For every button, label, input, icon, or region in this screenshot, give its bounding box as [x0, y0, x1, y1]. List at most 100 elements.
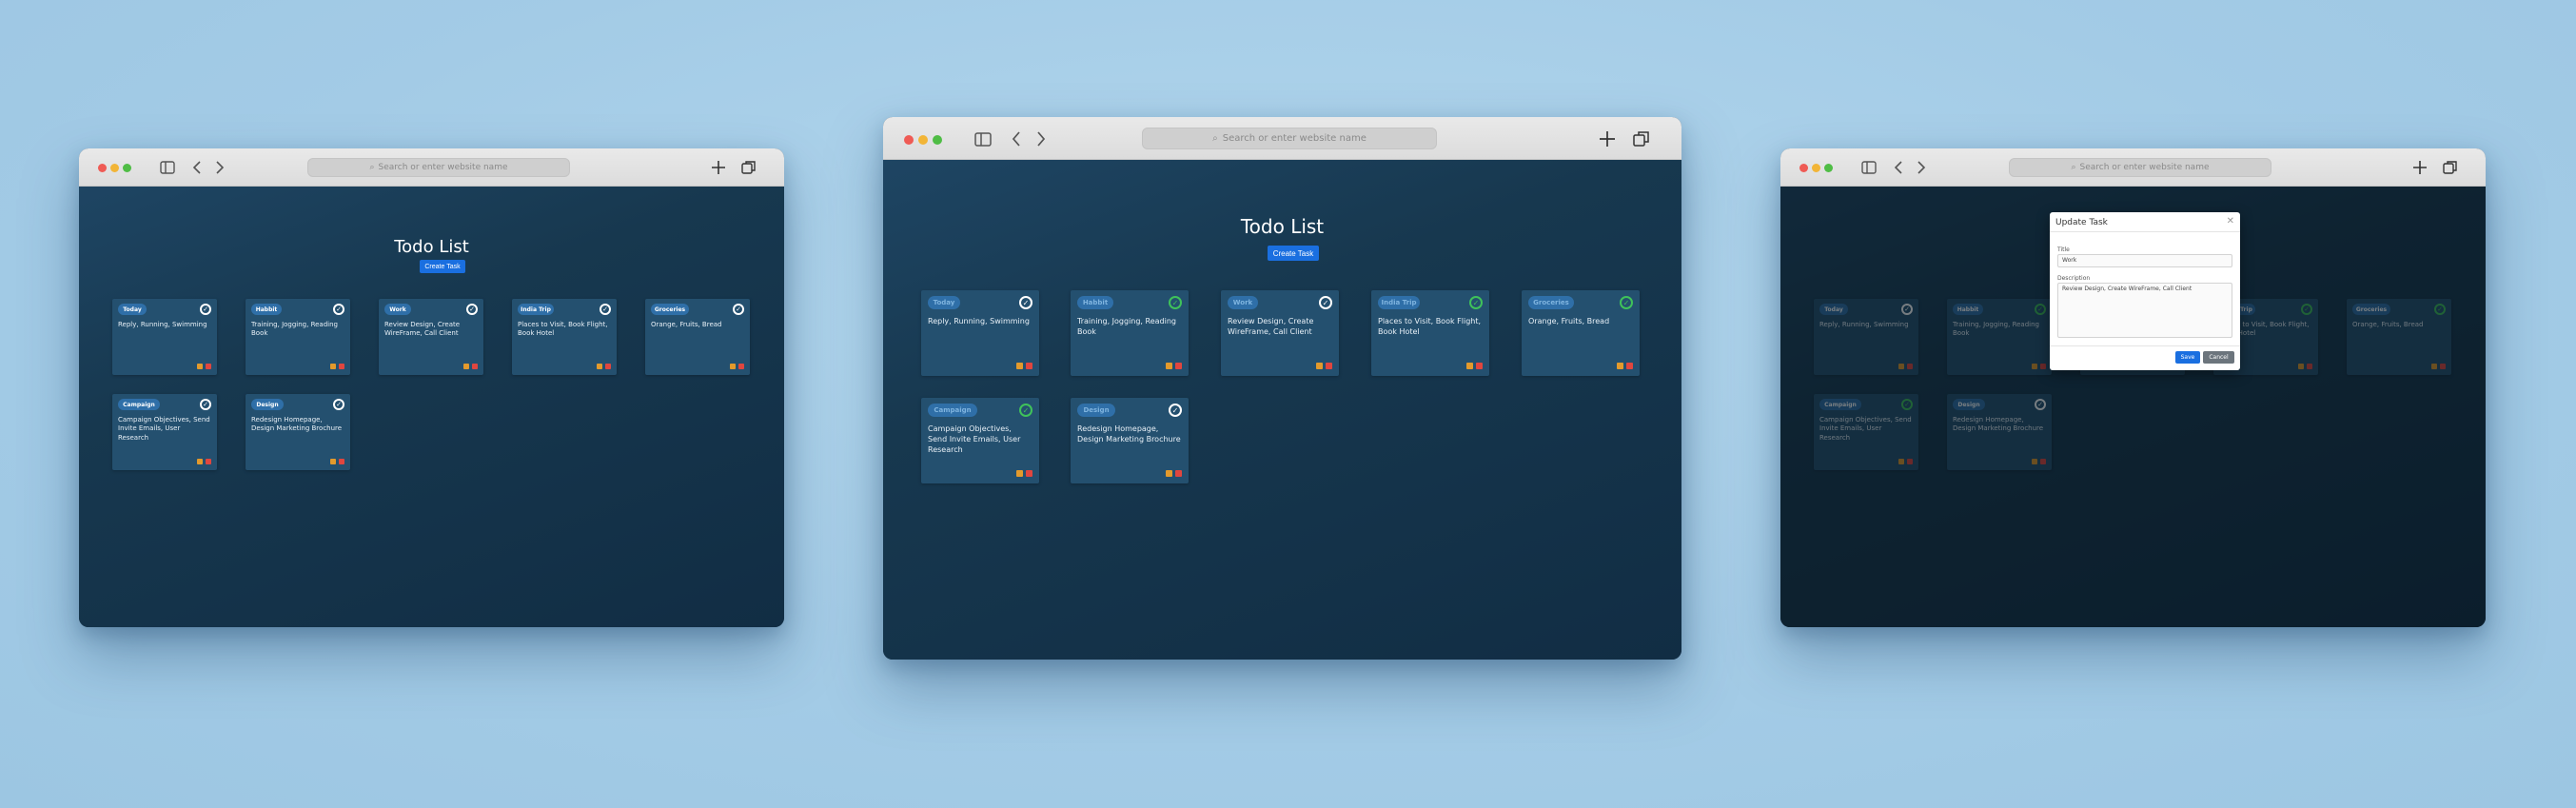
check-circle-icon[interactable]: ✓	[200, 399, 211, 410]
new-tab-icon[interactable]	[710, 159, 727, 176]
delete-icon[interactable]	[1175, 470, 1182, 477]
check-circle-icon[interactable]: ✓	[466, 304, 478, 315]
task-tag: Design	[1077, 404, 1115, 417]
search-icon: ⌕	[369, 163, 375, 172]
create-task-button[interactable]: Create Task	[1268, 246, 1319, 261]
delete-icon[interactable]	[1175, 363, 1182, 369]
edit-icon[interactable]	[330, 459, 336, 464]
forward-icon[interactable]	[1035, 130, 1047, 148]
address-bar[interactable]: ⌕ Search or enter website name	[1142, 128, 1437, 149]
back-icon[interactable]	[1893, 160, 1904, 175]
task-tag: India Trip	[518, 304, 554, 315]
edit-icon[interactable]	[463, 364, 469, 369]
delete-icon[interactable]	[1626, 363, 1633, 369]
page-title: Todo List	[394, 237, 469, 257]
close-window-button[interactable]	[904, 135, 914, 145]
delete-icon[interactable]	[206, 364, 211, 369]
minimize-window-button[interactable]	[1812, 164, 1820, 172]
edit-icon[interactable]	[730, 364, 736, 369]
edit-icon[interactable]	[1166, 470, 1172, 477]
check-circle-icon[interactable]: ✓	[200, 304, 211, 315]
task-description: Training, Jogging, Reading Book	[251, 321, 338, 338]
task-actions	[597, 364, 611, 369]
delete-icon[interactable]	[1026, 470, 1032, 477]
tabs-icon[interactable]	[1632, 129, 1651, 148]
task-tag: India Trip	[1378, 296, 1420, 309]
minimize-window-button[interactable]	[918, 135, 928, 145]
address-bar[interactable]: ⌕ Search or enter website name	[307, 158, 570, 177]
check-circle-icon[interactable]: ✓	[1019, 404, 1032, 417]
delete-icon[interactable]	[1476, 363, 1483, 369]
tabs-icon[interactable]	[740, 159, 757, 176]
task-description: Campaign Objectives, Send Invite Emails,…	[928, 424, 1021, 454]
task-description: Orange, Fruits, Bread	[1528, 317, 1610, 325]
task-tag: Groceries	[1528, 296, 1574, 309]
edit-icon[interactable]	[1466, 363, 1473, 369]
maximize-window-button[interactable]	[123, 164, 131, 172]
delete-icon[interactable]	[472, 364, 478, 369]
delete-icon[interactable]	[1326, 363, 1332, 369]
new-tab-icon[interactable]	[2411, 159, 2429, 176]
task-tag: Work	[1228, 296, 1258, 309]
description-textarea[interactable]: Review Design, Create WireFrame, Call Cl…	[2057, 283, 2232, 338]
close-window-button[interactable]	[98, 164, 107, 172]
task-tag: Campaign	[928, 404, 977, 417]
check-circle-icon[interactable]: ✓	[600, 304, 611, 315]
sidebar-icon[interactable]	[1861, 160, 1877, 175]
address-placeholder: Search or enter website name	[1222, 133, 1367, 144]
edit-icon[interactable]	[1617, 363, 1623, 369]
edit-icon[interactable]	[197, 364, 203, 369]
cancel-button[interactable]: Cancel	[2203, 351, 2234, 364]
delete-icon[interactable]	[738, 364, 744, 369]
task-tag: Campaign	[118, 399, 160, 410]
check-circle-icon[interactable]: ✓	[1319, 296, 1332, 309]
check-circle-icon[interactable]: ✓	[733, 304, 744, 315]
task-actions	[1016, 470, 1032, 477]
check-circle-icon[interactable]: ✓	[333, 399, 344, 410]
back-icon[interactable]	[191, 160, 203, 175]
create-task-button[interactable]: Create Task	[420, 260, 465, 273]
address-bar[interactable]: ⌕ Search or enter website name	[2009, 158, 2271, 177]
forward-icon[interactable]	[214, 160, 226, 175]
edit-icon[interactable]	[1316, 363, 1323, 369]
save-button[interactable]: Save	[2175, 351, 2200, 364]
edit-icon[interactable]	[1166, 363, 1172, 369]
task-card: Campaign ✓ Campaign Objectives, Send Inv…	[921, 398, 1039, 483]
edit-icon[interactable]	[1016, 363, 1023, 369]
task-card: Campaign ✓ Campaign Objectives, Send Inv…	[112, 394, 217, 470]
task-description: Campaign Objectives, Send Invite Emails,…	[118, 416, 210, 442]
check-circle-icon[interactable]: ✓	[1469, 296, 1483, 309]
close-icon[interactable]: ✕	[2227, 216, 2234, 227]
edit-icon[interactable]	[330, 364, 336, 369]
close-window-button[interactable]	[1799, 164, 1808, 172]
maximize-window-button[interactable]	[1824, 164, 1833, 172]
task-card: India Trip ✓ Places to Visit, Book Fligh…	[512, 299, 617, 375]
delete-icon[interactable]	[1026, 363, 1032, 369]
edit-icon[interactable]	[1016, 470, 1023, 477]
title-input[interactable]: Work	[2057, 254, 2232, 267]
delete-icon[interactable]	[339, 459, 344, 464]
tabs-icon[interactable]	[2442, 159, 2459, 176]
check-circle-icon[interactable]: ✓	[1169, 404, 1182, 417]
task-tag: Groceries	[651, 304, 689, 315]
back-icon[interactable]	[1011, 130, 1022, 148]
forward-icon[interactable]	[1916, 160, 1927, 175]
new-tab-icon[interactable]	[1598, 129, 1617, 148]
check-circle-icon[interactable]: ✓	[1620, 296, 1633, 309]
delete-icon[interactable]	[206, 459, 211, 464]
task-tag: Today	[928, 296, 960, 309]
maximize-window-button[interactable]	[933, 135, 942, 145]
edit-icon[interactable]	[597, 364, 602, 369]
sidebar-icon[interactable]	[160, 160, 175, 175]
check-circle-icon[interactable]: ✓	[1169, 296, 1182, 309]
edit-icon[interactable]	[197, 459, 203, 464]
delete-icon[interactable]	[339, 364, 344, 369]
minimize-window-button[interactable]	[110, 164, 119, 172]
task-card: Today ✓ Reply, Running, Swimming	[921, 290, 1039, 376]
check-circle-icon[interactable]: ✓	[333, 304, 344, 315]
page-title: Todo List	[1240, 215, 1325, 238]
task-description: Redesign Homepage, Design Marketing Broc…	[251, 416, 343, 433]
delete-icon[interactable]	[605, 364, 611, 369]
sidebar-icon[interactable]	[974, 130, 992, 148]
check-circle-icon[interactable]: ✓	[1019, 296, 1032, 309]
